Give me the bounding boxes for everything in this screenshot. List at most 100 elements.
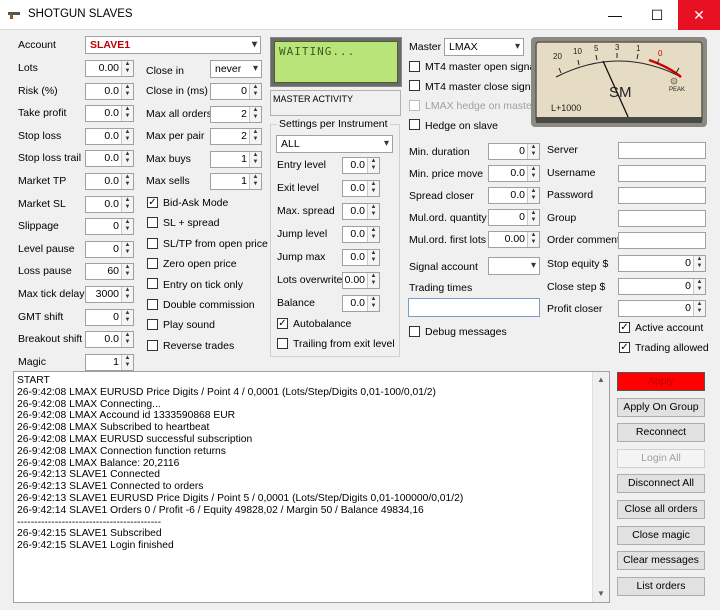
max-tick-delay-stepper[interactable]: 3000 ▲ ▼ [85, 286, 134, 303]
spinner-arrows-icon[interactable]: ▲ ▼ [693, 278, 705, 294]
close-step-stepper[interactable]: 0 ▲ ▼ [618, 277, 706, 295]
instrument-select[interactable]: ALL ▾ [276, 135, 393, 153]
entry-level-stepper[interactable]: 0.0 ▲ ▼ [342, 157, 380, 174]
sl-tp-from-open-price-checkbox[interactable]: SL/TP from open price [147, 237, 268, 252]
risk-stepper[interactable]: 0.0 ▲ ▼ [85, 82, 134, 100]
autobalance-checkbox[interactable]: ✓ Autobalance [277, 317, 351, 332]
take-profit-stepper[interactable]: 0.0 ▲ ▼ [85, 105, 134, 123]
trading-times-input[interactable] [408, 298, 540, 317]
stop-loss-stepper[interactable]: 0.0 ▲ ▼ [85, 127, 134, 145]
reconnect-button[interactable]: Reconnect [617, 423, 705, 443]
master-select[interactable]: LMAX ▾ [444, 38, 524, 56]
sl-spread-checkbox[interactable]: SL + spread [147, 217, 220, 231]
level-pause-stepper[interactable]: 0 ▲ ▼ [85, 240, 134, 258]
mt4-master-open-signal-checkbox[interactable]: MT4 master open signal [409, 60, 538, 75]
exit-level-stepper[interactable]: 0.0 ▲ ▼ [342, 180, 380, 197]
trailing-from-exit-level-checkbox[interactable]: Trailing from exit level [277, 337, 395, 352]
max-spread-stepper[interactable]: 0.0 ▲ ▼ [342, 203, 380, 220]
close-all-orders-button[interactable]: Close all orders [617, 500, 705, 519]
jump-level-stepper[interactable]: 0.0 ▲ ▼ [342, 226, 380, 243]
min-price-move-stepper[interactable]: 0.0 ▲ ▼ [488, 165, 540, 182]
spinner-arrows-icon[interactable]: ▲ ▼ [121, 61, 133, 76]
spinner-arrows-icon[interactable]: ▲ ▼ [367, 250, 379, 265]
play-sound-checkbox[interactable]: Play sound [147, 319, 215, 333]
breakout-shift-stepper[interactable]: 0.0 ▲ ▼ [85, 331, 134, 349]
server-input[interactable] [618, 142, 706, 159]
spinner-arrows-icon[interactable]: ▲ ▼ [121, 219, 133, 235]
magic-stepper[interactable]: 1 ▲ ▼ [85, 353, 134, 371]
spinner-arrows-icon[interactable]: ▲ ▼ [527, 144, 539, 159]
close-in-ms-stepper[interactable]: 0 ▲ ▼ [210, 83, 262, 100]
spinner-arrows-icon[interactable]: ▲ ▼ [121, 83, 133, 99]
spinner-arrows-icon[interactable]: ▲ ▼ [121, 174, 133, 189]
spinner-arrows-icon[interactable]: ▲ ▼ [121, 196, 133, 212]
hedge-on-slave-checkbox[interactable]: Hedge on slave [409, 119, 498, 134]
mul-ord-first-lots-stepper[interactable]: 0.00 ▲ ▼ [488, 231, 540, 248]
close-magic-button[interactable]: Close magic [617, 525, 705, 545]
balance-stepper[interactable]: 0.0 ▲ ▼ [342, 295, 380, 312]
spinner-arrows-icon[interactable]: ▲ ▼ [121, 106, 133, 122]
jump-max-stepper[interactable]: 0.0 ▲ ▼ [342, 249, 380, 266]
profit-closer-stepper[interactable]: 0 ▲ ▼ [618, 300, 706, 317]
max-sells-stepper[interactable]: 1 ▲ ▼ [210, 173, 262, 190]
spinner-arrows-icon[interactable]: ▲ ▼ [121, 264, 133, 280]
max-all-orders-stepper[interactable]: 2 ▲ ▼ [210, 105, 262, 123]
spinner-arrows-icon[interactable]: ▲ ▼ [121, 151, 133, 167]
bid-ask-mode-checkbox[interactable]: ✓ Bid-Ask Mode [147, 196, 228, 211]
mul-ord-quantity-stepper[interactable]: 0 ▲ ▼ [488, 209, 540, 226]
spinner-arrows-icon[interactable]: ▲ ▼ [249, 174, 261, 189]
message-log[interactable]: START 26-9:42:08 LMAX EURUSD Price Digits… [13, 371, 610, 603]
entry-on-tick-only-checkbox[interactable]: Entry on tick only [147, 278, 243, 293]
spinner-arrows-icon[interactable]: ▲ ▼ [367, 273, 379, 288]
reverse-trades-checkbox[interactable]: Reverse trades [147, 339, 234, 354]
spinner-arrows-icon[interactable]: ▲ ▼ [367, 227, 379, 242]
spinner-arrows-icon[interactable]: ▲ ▼ [693, 256, 705, 271]
lmax-hedge-on-master-checkbox[interactable]: LMAX hedge on master [409, 99, 535, 114]
trading-allowed-checkbox[interactable]: ✓ Trading allowed [619, 341, 709, 356]
max-per-pair-stepper[interactable]: 2 ▲ ▼ [210, 128, 262, 145]
market-sl-stepper[interactable]: 0.0 ▲ ▼ [85, 195, 134, 213]
spinner-arrows-icon[interactable]: ▲ ▼ [121, 309, 133, 325]
signal-account-select[interactable]: ▾ [488, 257, 540, 275]
stop-loss-trail-stepper[interactable]: 0.0 ▲ ▼ [85, 150, 134, 168]
spinner-arrows-icon[interactable]: ▲ ▼ [121, 287, 133, 302]
spinner-arrows-icon[interactable]: ▲ ▼ [367, 181, 379, 196]
close-button[interactable]: ✕ [678, 0, 720, 30]
spinner-arrows-icon[interactable]: ▲ ▼ [527, 232, 539, 247]
spinner-arrows-icon[interactable]: ▲ ▼ [121, 332, 133, 348]
minimize-button[interactable]: — [594, 0, 636, 30]
spinner-arrows-icon[interactable]: ▲ ▼ [527, 166, 539, 181]
market-tp-stepper[interactable]: 0.0 ▲ ▼ [85, 173, 134, 190]
active-account-checkbox[interactable]: ✓ Active account [619, 321, 703, 336]
maximize-button[interactable]: ☐ [636, 0, 678, 30]
slippage-stepper[interactable]: 0 ▲ ▼ [85, 218, 134, 236]
spinner-arrows-icon[interactable]: ▲ ▼ [693, 301, 705, 316]
max-buys-stepper[interactable]: 1 ▲ ▼ [210, 150, 262, 168]
stop-equity-stepper[interactable]: 0 ▲ ▼ [618, 255, 706, 272]
scroll-up-icon[interactable]: ▲ [593, 372, 609, 388]
spinner-arrows-icon[interactable]: ▲ ▼ [527, 210, 539, 225]
spinner-arrows-icon[interactable]: ▲ ▼ [121, 241, 133, 257]
debug-messages-checkbox[interactable]: Debug messages [409, 325, 507, 340]
loss-pause-stepper[interactable]: 60 ▲ ▼ [85, 263, 134, 281]
lots-overwrite-stepper[interactable]: 0.00 ▲ ▼ [342, 272, 380, 289]
spinner-arrows-icon[interactable]: ▲ ▼ [527, 188, 539, 203]
zero-open-price-checkbox[interactable]: Zero open price [147, 257, 237, 272]
group-input[interactable] [618, 209, 706, 227]
login-all-button[interactable]: Login All [617, 448, 705, 468]
log-scrollbar[interactable]: ▲ ▼ [592, 372, 609, 602]
apply-button[interactable]: Apply [617, 372, 705, 391]
list-orders-button[interactable]: List orders [617, 576, 705, 596]
gmt-shift-stepper[interactable]: 0 ▲ ▼ [85, 308, 134, 326]
spread-closer-stepper[interactable]: 0.0 ▲ ▼ [488, 187, 540, 204]
disconnect-all-button[interactable]: Disconnect All [617, 474, 705, 494]
spinner-arrows-icon[interactable]: ▲ ▼ [121, 354, 133, 370]
password-input[interactable] [618, 187, 706, 204]
mt4-master-close-signal-checkbox[interactable]: MT4 master close signal [409, 80, 539, 95]
min-duration-stepper[interactable]: 0 ▲ ▼ [488, 143, 540, 160]
spinner-arrows-icon[interactable]: ▲ ▼ [249, 151, 261, 167]
spinner-arrows-icon[interactable]: ▲ ▼ [249, 129, 261, 144]
spinner-arrows-icon[interactable]: ▲ ▼ [249, 106, 261, 122]
clear-messages-button[interactable]: Clear messages [617, 551, 705, 571]
account-select[interactable]: SLAVE1 ▾ [85, 36, 261, 54]
